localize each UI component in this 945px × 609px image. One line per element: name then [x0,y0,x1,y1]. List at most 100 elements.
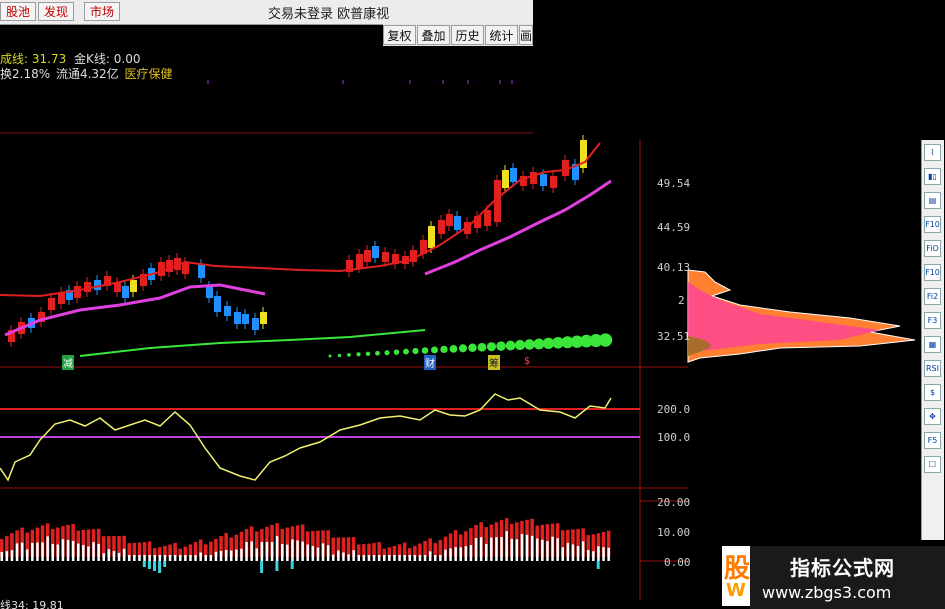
sidebar-f10-icon[interactable]: F10 [924,264,941,281]
volume-bar-white [117,552,121,561]
marker-reduce[interactable]: 减 [62,355,74,370]
volume-bar-white [245,542,248,561]
price-tick: 40.13 [657,261,691,274]
indicator-tick: 200.0 [657,403,691,416]
volume-bar-white [15,543,19,561]
green-trend-line [79,329,426,357]
volume-bar-white [102,553,105,561]
green-dot [347,353,351,357]
marker-finance[interactable]: 财 [424,355,436,370]
green-dot [375,350,380,356]
candle-body [214,296,221,312]
sidebar-$-icon[interactable]: $ [924,384,941,401]
volume-bar-white [133,555,136,561]
sidebar-move-icon[interactable]: ✥ [924,408,941,425]
volume-bar-white [87,546,90,561]
volume-bar-white [199,552,202,561]
green-dot [384,350,390,356]
green-dot [431,346,438,354]
volume-bar-white [209,555,213,561]
green-dot-series [328,333,613,358]
volume-bar-white [158,555,162,561]
volume-bar-white [82,544,85,561]
volume-bar-white [179,555,182,561]
volume-bar-red [433,543,437,557]
volume-bar-white [352,550,355,561]
volume-bar-white [571,544,575,561]
sidebar-vol-icon[interactable]: ▦ [924,336,941,353]
volume-bar-white [26,549,29,561]
green-dot [505,340,516,351]
candle-body [158,262,165,276]
sidebar-fin-icon[interactable]: FiO [924,240,941,257]
volume-bar-cyan [275,561,279,571]
sidebar-bar-icon[interactable]: ▤ [924,192,941,209]
volume-bar-red [209,541,213,557]
candle-body [198,264,205,278]
volume-bar-white [464,546,468,561]
sidebar-candle-icon[interactable]: ▮▯ [924,168,941,185]
candle-body [260,312,267,324]
ma-red-line [0,142,601,298]
volume-bar-red [173,542,177,557]
volume-bar-white [383,555,386,561]
volume-bar-white [362,555,366,561]
volume-bar-white [163,555,167,561]
volume-bar-white [566,542,570,561]
sidebar-f3-icon[interactable]: F3 [924,312,941,329]
volume-bar-red [142,542,147,557]
candle-body [74,286,81,298]
volume-bar-cyan [260,561,264,573]
volume-bar-white [204,555,207,561]
volume-bar-red [132,542,137,557]
sidebar-f5-icon[interactable]: F5 [924,432,941,449]
volume-bar-white [46,536,49,561]
green-dot [403,348,409,355]
volume-bar-white [36,542,39,561]
sidebar-tool-icon[interactable]: ☐ [924,456,941,473]
volume-bar-red [147,541,152,557]
green-dot [449,345,458,353]
green-dot [328,354,332,358]
volume-bar-white [413,555,417,561]
volume-bar-red [331,537,335,557]
sidebar-f2-icon[interactable]: Fi2 [924,288,941,305]
marker-dollar[interactable]: $ [524,356,530,367]
green-dot [598,333,613,347]
volume-bar-white [485,544,488,561]
volume-bar-white [255,548,258,561]
volume-bar-white [490,537,493,561]
sidebar-line-icon[interactable]: ⌇ [924,144,941,161]
volume-bar-white [357,555,360,561]
marker-chips[interactable]: 筹 [488,355,500,370]
green-dot [496,341,506,351]
volume-bar-white [592,551,595,561]
green-dot [365,351,371,357]
volume-bar-white [173,555,177,561]
volume-bar-white [224,549,228,561]
candle-body [484,210,491,226]
volume-bar-white [423,555,427,561]
volume-bar-red [423,541,427,557]
watermark-title: 指标公式网 [790,556,895,580]
sidebar-f10-icon[interactable]: F10 [924,216,941,233]
volume-bar-white [530,535,534,561]
candle-body [446,214,453,226]
volume-bar-red [372,542,376,557]
volume-bar-white [20,542,24,561]
volume-bar-red [438,539,443,557]
volume-bar-white [556,538,559,561]
volume-tick: 0.00 [664,556,691,569]
volume-bar-white [235,549,238,561]
volume-bar-white [189,555,192,561]
volume-bar-white [51,544,54,561]
candle-body [382,252,389,262]
volume-bar-white [240,548,243,561]
volume-bar-white [449,548,452,561]
volume-bar-white [286,544,289,561]
volume-bar-red [137,542,142,557]
volume-bar-white [138,555,141,561]
volume-bar-white [342,552,345,561]
sidebar-rsi-icon[interactable]: RSI [924,360,941,377]
candle-body [252,318,259,330]
